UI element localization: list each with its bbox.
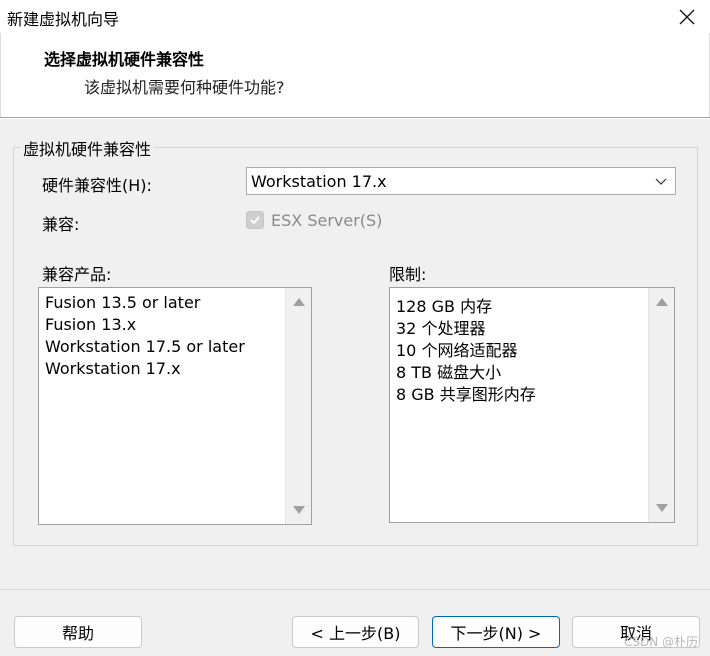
- list-item: 8 TB 磁盘大小: [396, 363, 502, 382]
- checkmark-icon: [250, 216, 260, 225]
- products-scrollbar[interactable]: [285, 288, 311, 524]
- esx-server-checkbox[interactable]: [246, 211, 264, 229]
- limits-list[interactable]: 128 GB 内存 32 个处理器 10 个网络适配器 8 TB 磁盘大小 8 …: [389, 287, 675, 523]
- close-button[interactable]: [664, 0, 710, 33]
- list-item: 32 个处理器: [396, 319, 486, 338]
- group-label: 虚拟机硬件兼容性: [20, 136, 155, 160]
- list-item: 10 个网络适配器: [396, 341, 518, 360]
- scroll-up-icon[interactable]: [656, 298, 668, 306]
- footer-divider: [0, 589, 710, 590]
- scroll-up-icon[interactable]: [293, 298, 305, 306]
- window-title: 新建虚拟机向导: [7, 10, 120, 29]
- page-subtitle: 该虚拟机需要何种硬件功能?: [84, 78, 285, 97]
- hardware-compat-label: 硬件兼容性(H):: [42, 176, 152, 195]
- limits-scrollbar[interactable]: [648, 288, 674, 522]
- compat-label: 兼容:: [42, 215, 80, 234]
- scroll-down-icon[interactable]: [656, 504, 668, 512]
- list-item: 128 GB 内存: [396, 297, 493, 316]
- next-button[interactable]: 下一步(N) >: [432, 616, 560, 648]
- list-item: 8 GB 共享图形内存: [396, 385, 536, 404]
- list-item[interactable]: Fusion 13.5 or later: [45, 293, 200, 312]
- compat-products-label: 兼容产品:: [42, 265, 112, 284]
- list-item[interactable]: Workstation 17.x: [45, 359, 181, 378]
- wizard-header: 选择虚拟机硬件兼容性 该虚拟机需要何种硬件功能?: [0, 33, 710, 117]
- title-bar: 新建虚拟机向导: [0, 0, 710, 33]
- compat-products-list[interactable]: Fusion 13.5 or later Fusion 13.x Worksta…: [38, 287, 312, 525]
- close-icon: [679, 9, 695, 24]
- header-divider-highlight: [0, 118, 710, 119]
- help-button[interactable]: 帮助: [14, 616, 142, 648]
- list-item[interactable]: Fusion 13.x: [45, 315, 136, 334]
- page-title: 选择虚拟机硬件兼容性: [44, 50, 205, 69]
- scroll-down-icon[interactable]: [293, 506, 305, 514]
- esx-server-label: ESX Server(S): [271, 211, 383, 230]
- limits-label: 限制:: [389, 265, 427, 284]
- watermark: CSDN @朴历: [623, 635, 698, 649]
- chevron-down-icon: [655, 178, 667, 185]
- select-value: Workstation 17.x: [251, 172, 387, 191]
- hardware-compat-select[interactable]: Workstation 17.x: [246, 167, 676, 195]
- list-item[interactable]: Workstation 17.5 or later: [45, 337, 245, 356]
- back-button[interactable]: < 上一步(B): [292, 616, 419, 648]
